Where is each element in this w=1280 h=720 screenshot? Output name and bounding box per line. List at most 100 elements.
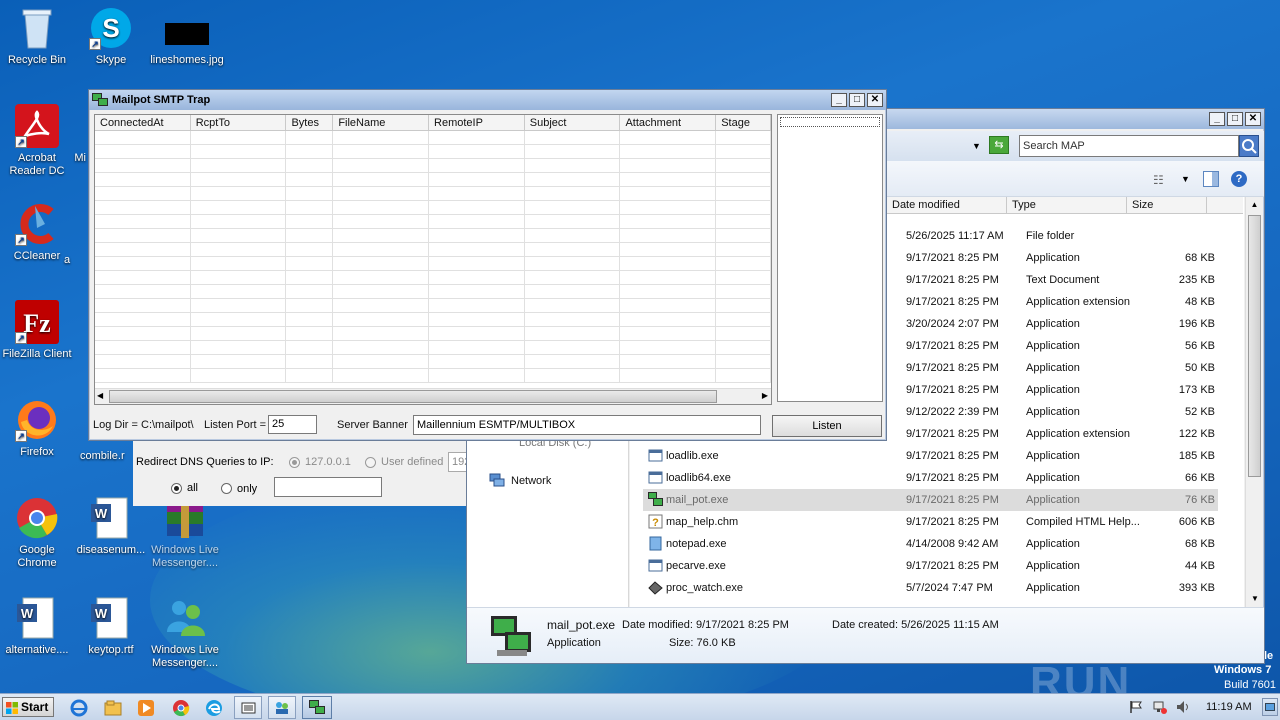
taskbar-explorer-window[interactable] (234, 696, 262, 719)
file-row[interactable]: ? map_help.chm 9/17/2021 8:25 PM Compiled H… (643, 511, 1218, 533)
desktop-icon-filezilla[interactable]: Fz ↗ FileZilla Client (0, 300, 74, 361)
session-row[interactable] (95, 355, 771, 369)
session-row[interactable] (95, 313, 771, 327)
desktop-icon-alternative[interactable]: W alternative.... (0, 596, 74, 657)
listen-port-input[interactable]: 25 (268, 415, 317, 434)
session-cell (620, 243, 717, 256)
view-options-icon[interactable]: ☷ (1153, 173, 1164, 187)
desktop-icon-recycle-bin[interactable]: Recycle Bin (0, 6, 74, 67)
session-row[interactable] (95, 173, 771, 187)
file-date: 4/14/2008 9:42 AM (906, 538, 999, 550)
network-tray-icon[interactable] (1153, 700, 1167, 714)
column-stage[interactable]: Stage (716, 115, 771, 130)
radio-all[interactable] (171, 483, 182, 494)
column-size[interactable]: Size (1127, 197, 1207, 213)
column-remote-ip[interactable]: RemoteIP (429, 115, 525, 130)
preview-pane-icon[interactable] (1203, 171, 1219, 187)
start-button[interactable]: Start (2, 697, 54, 717)
desktop-icon-acrobat[interactable]: ↗ Acrobat Reader DC (0, 104, 74, 178)
radio-only[interactable] (221, 483, 232, 494)
maximize-button[interactable]: □ (1227, 112, 1243, 126)
close-button[interactable]: ✕ (1245, 112, 1261, 126)
column-type[interactable]: Type (1007, 197, 1127, 213)
chevron-down-icon[interactable]: ▼ (1181, 174, 1190, 184)
scroll-left-icon[interactable]: ◀ (97, 391, 103, 400)
column-attachment[interactable]: Attachment (620, 115, 717, 130)
desktop-icon-keytop[interactable]: W keytop.rtf (74, 596, 148, 657)
column-bytes[interactable]: Bytes (286, 115, 334, 130)
show-desktop-button[interactable] (1262, 698, 1278, 716)
session-row[interactable] (95, 187, 771, 201)
minimize-button[interactable]: _ (831, 93, 847, 107)
desktop-icon-winrar-messenger[interactable]: Windows Live Messenger.... (148, 496, 222, 570)
refresh-icon[interactable]: ⇆ (989, 136, 1009, 154)
edge-icon[interactable] (205, 699, 223, 717)
scroll-up-icon[interactable]: ▲ (1246, 197, 1263, 213)
session-row[interactable] (95, 271, 771, 285)
desktop-icon-partial[interactable]: Mi (46, 152, 86, 165)
session-row[interactable] (95, 131, 771, 145)
scroll-thumb[interactable] (1248, 215, 1261, 477)
search-icon[interactable] (1239, 135, 1259, 157)
flag-icon[interactable] (1129, 700, 1143, 714)
file-row[interactable]: notepad.exe 4/14/2008 9:42 AM Application 6… (643, 533, 1218, 555)
detail-text-pane[interactable] (777, 114, 883, 402)
session-row[interactable] (95, 257, 771, 271)
taskbar-app-window[interactable] (268, 696, 296, 719)
column-file-name[interactable]: FileName (333, 115, 430, 130)
session-row[interactable] (95, 285, 771, 299)
minimize-button[interactable]: _ (1209, 112, 1225, 126)
file-row[interactable]: loadlib64.exe 9/17/2021 8:25 PM Applicatio… (643, 467, 1218, 489)
hscroll-thumb[interactable] (109, 390, 717, 403)
file-row[interactable]: loadlib.exe 9/17/2021 8:25 PM Application 1… (643, 445, 1218, 467)
column-rcpt-to[interactable]: RcptTo (191, 115, 287, 130)
column-subject[interactable]: Subject (525, 115, 621, 130)
radio-localhost[interactable] (289, 457, 300, 468)
session-row[interactable] (95, 369, 771, 383)
file-row[interactable]: proc_watch.exe 5/7/2024 7:47 PM Applicatio… (643, 577, 1218, 599)
column-date-modified[interactable]: Date modified (887, 197, 1007, 213)
desktop-icon-firefox[interactable]: ↗ Firefox (0, 398, 74, 459)
scroll-right-icon[interactable]: ▶ (762, 391, 768, 400)
session-row[interactable] (95, 327, 771, 341)
desktop-icon-ccleaner[interactable]: ↗ CCleaner (0, 202, 74, 263)
desktop-icon-messenger[interactable]: Windows Live Messenger.... (148, 596, 222, 670)
session-row[interactable] (95, 145, 771, 159)
nav-network[interactable]: Network (511, 475, 551, 487)
radio-user-defined[interactable] (365, 457, 376, 468)
session-row[interactable] (95, 201, 771, 215)
internet-explorer-icon[interactable] (70, 699, 88, 717)
search-input[interactable]: Search MAP (1019, 135, 1239, 157)
media-player-icon[interactable] (137, 699, 155, 717)
file-row[interactable]: mail_pot.exe 9/17/2021 8:25 PM Application… (643, 489, 1218, 511)
desktop-icon-combile[interactable]: combile.r (80, 450, 135, 463)
help-icon[interactable]: ? (1231, 171, 1247, 187)
server-banner-input[interactable]: Maillennium ESMTP/MULTIBOX (413, 415, 761, 435)
taskbar-clock[interactable]: 11:19 AM (1206, 701, 1252, 713)
column-connected-at[interactable]: ConnectedAt (95, 115, 191, 130)
chevron-down-icon[interactable]: ▼ (972, 141, 981, 151)
file-row[interactable]: pecarve.exe 9/17/2021 8:25 PM Application 4… (643, 555, 1218, 577)
taskbar-mailpot-window[interactable] (302, 696, 332, 719)
scroll-down-icon[interactable]: ▼ (1246, 591, 1264, 607)
session-row[interactable] (95, 159, 771, 173)
session-row[interactable] (95, 299, 771, 313)
maximize-button[interactable]: □ (849, 93, 865, 107)
only-filter-field[interactable] (274, 477, 382, 497)
chrome-taskbar-icon[interactable] (172, 699, 190, 717)
session-row[interactable] (95, 341, 771, 355)
desktop-icon-skype[interactable]: S ↗ Skype (74, 6, 148, 67)
file-list-scrollbar[interactable]: ▲ ▼ (1245, 197, 1263, 607)
listen-button[interactable]: Listen (772, 415, 882, 437)
desktop-icon-chrome[interactable]: Google Chrome (0, 496, 74, 570)
volume-icon[interactable] (1176, 700, 1190, 714)
sessions-list[interactable]: ConnectedAt RcptTo Bytes FileName Remote… (94, 114, 772, 405)
file-explorer-icon[interactable] (104, 699, 122, 717)
close-button[interactable]: ✕ (867, 93, 883, 107)
session-row[interactable] (95, 243, 771, 257)
session-cell (191, 341, 287, 354)
session-row[interactable] (95, 215, 771, 229)
sessions-hscrollbar[interactable]: ◀ ▶ (95, 388, 771, 404)
desktop-icon-lineshomes[interactable]: lineshomes.jpg (150, 6, 224, 67)
session-row[interactable] (95, 229, 771, 243)
